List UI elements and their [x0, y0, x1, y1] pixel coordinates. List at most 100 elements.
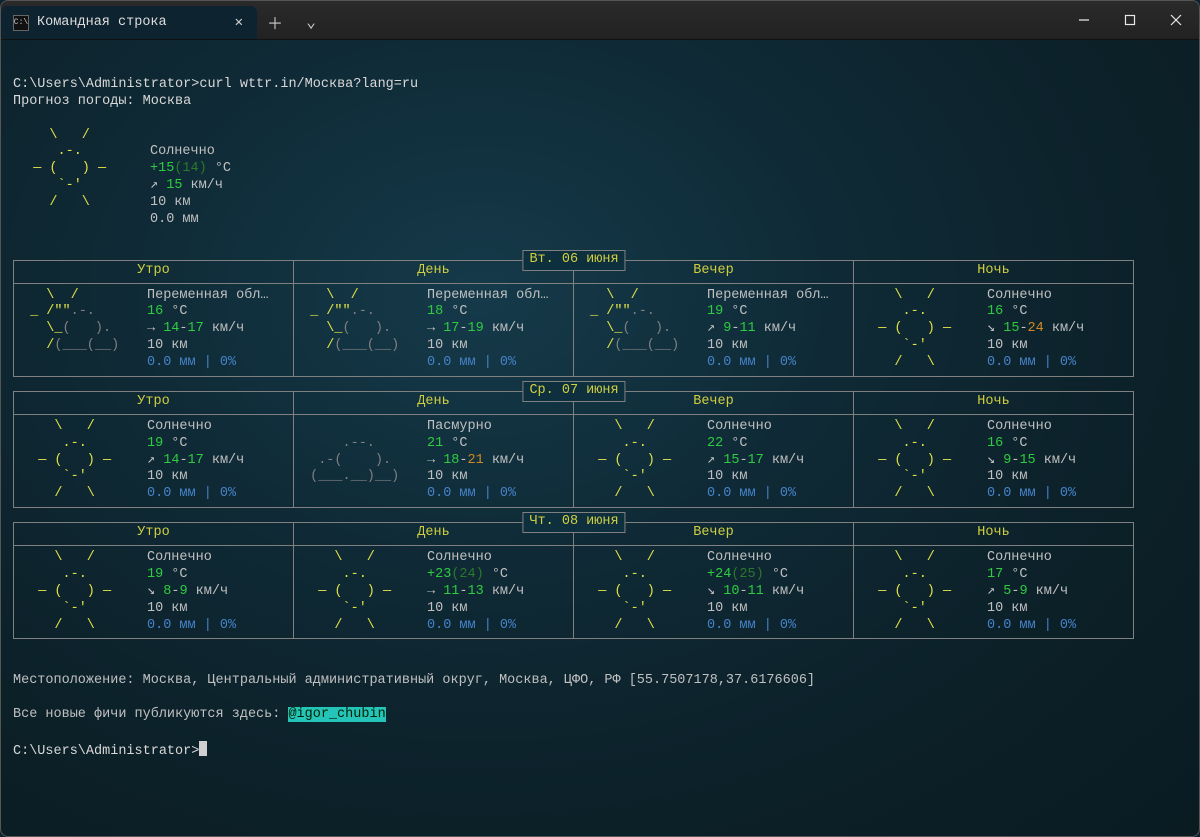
- temp-unit: °C: [764, 567, 788, 582]
- prompt-2: C:\Users\Administrator>: [13, 744, 199, 759]
- forecast-header: Прогноз погоды: Москва: [13, 94, 191, 109]
- weather-icon: \ / .-. ― ( ) ― `-' / \: [862, 550, 977, 634]
- weather-icon: .--. .-( ). (___.__)__): [302, 419, 417, 503]
- condition: Переменная обл…: [707, 288, 829, 303]
- temp-unit: °C: [443, 436, 467, 451]
- weather-icon: \ / .-. ― ( ) ― `-' / \: [22, 419, 137, 503]
- titlebar: C:\ Командная строка ✕ ＋ ⌄: [1, 1, 1199, 40]
- cmd-icon: C:\: [13, 15, 29, 31]
- date-label: Чт. 08 июня: [522, 512, 625, 533]
- wind-arrow: ↗: [150, 178, 158, 193]
- precip: 0.0 мм | 0%: [707, 486, 796, 501]
- visibility: 10 км: [147, 601, 188, 616]
- current-temp: +15: [150, 161, 174, 176]
- author-handle[interactable]: @igor_chubin: [288, 707, 385, 722]
- date-label: Ср. 07 июня: [522, 381, 625, 402]
- terminal-body[interactable]: C:\Users\Administrator>curl wttr.in/Моск…: [1, 40, 1199, 771]
- visibility: 10 км: [707, 601, 748, 616]
- temp-unit: °C: [1003, 436, 1027, 451]
- visibility: 10 км: [147, 469, 188, 484]
- cursor: [199, 741, 207, 756]
- temp: +23: [427, 567, 451, 582]
- precip: 0.0 мм | 0%: [987, 355, 1076, 370]
- temp-unit: °C: [163, 436, 187, 451]
- day-table: Чт. 08 июняУтроДеньВечерНочь \ / .-. ― (…: [13, 522, 1135, 639]
- new-tab-button[interactable]: ＋: [257, 5, 293, 39]
- weather-icon: \ / _ /"".-. \_( ). /(___(__): [582, 288, 697, 372]
- visibility: 10 км: [707, 469, 748, 484]
- wind-unit: км/ч: [484, 453, 525, 468]
- condition: Солнечно: [147, 550, 212, 565]
- weather-icon: \ / .-. ― ( ) ― `-' / \: [582, 550, 697, 634]
- condition: Солнечно: [707, 550, 772, 565]
- tab-dropdown-icon[interactable]: ⌄: [293, 5, 329, 39]
- close-button[interactable]: [1153, 1, 1199, 39]
- period-night: Ночь: [854, 260, 1134, 283]
- wind-unit: км/ч: [1044, 321, 1085, 336]
- visibility: 10 км: [427, 469, 468, 484]
- temp-unit: °C: [723, 436, 747, 451]
- temp: 21: [427, 436, 443, 451]
- condition: Солнечно: [987, 288, 1052, 303]
- wind-unit: км/ч: [1028, 584, 1069, 599]
- terminal-window: C:\ Командная строка ✕ ＋ ⌄ C:\Users\Admi…: [0, 0, 1200, 837]
- maximize-button[interactable]: [1107, 1, 1153, 39]
- tab-close-icon[interactable]: ✕: [235, 14, 243, 31]
- news-prefix: Все новые фичи публикуются здесь:: [13, 707, 288, 722]
- precip: 0.0 мм | 0%: [147, 618, 236, 633]
- tab-active[interactable]: C:\ Командная строка ✕: [1, 6, 257, 39]
- period-morning: Утро: [14, 523, 294, 546]
- visibility: 10 км: [987, 469, 1028, 484]
- precip: 0.0 мм: [150, 212, 199, 227]
- forecast-cell: \ / _ /"".-. \_( ). /(___(__) Переменная…: [294, 284, 573, 376]
- wind-unit: км/ч: [756, 321, 797, 336]
- wind-unit: км/ч: [484, 584, 525, 599]
- temp-unit: °C: [207, 161, 231, 176]
- condition: Солнечно: [707, 419, 772, 434]
- forecast-cell: \ / .-. ― ( ) ― `-' / \Солнечно 22 °C ↗ …: [574, 415, 853, 507]
- temp-unit: °C: [484, 567, 508, 582]
- temp: 16: [987, 436, 1003, 451]
- wind-arrow: ↘: [707, 584, 723, 599]
- sun-icon: \ / .-. ― ( ) ― `-' / \: [17, 128, 132, 229]
- temp-unit: °C: [443, 304, 467, 319]
- temp-unit: °C: [1003, 567, 1027, 582]
- period-night: Ночь: [854, 523, 1134, 546]
- condition: Солнечно: [427, 550, 492, 565]
- current-block: \ / .-. ― ( ) ― `-' / \ Солнечно +15(14)…: [13, 128, 1187, 229]
- wind-arrow: ↘: [987, 321, 1003, 336]
- forecast-cell: .--. .-( ). (___.__)__) Пасмурно 21 °C →…: [294, 415, 573, 507]
- precip: 0.0 мм | 0%: [427, 618, 516, 633]
- wind-unit: км/ч: [188, 584, 229, 599]
- forecast-cell: \ / .-. ― ( ) ― `-' / \Солнечно +23(24) …: [294, 546, 573, 638]
- day-table: Ср. 07 июняУтроДеньВечерНочь \ / .-. ― (…: [13, 391, 1135, 508]
- condition: Пасмурно: [427, 419, 492, 434]
- temp-unit: °C: [163, 567, 187, 582]
- temp: 19: [147, 436, 163, 451]
- prompt-1: C:\Users\Administrator>: [13, 77, 199, 92]
- period-morning: Утро: [14, 260, 294, 283]
- condition: Солнечно: [987, 550, 1052, 565]
- day-table: Вт. 06 июняУтроДеньВечерНочь \ / _ /"".-…: [13, 260, 1135, 377]
- wind-arrow: ↗: [987, 584, 1003, 599]
- minimize-button[interactable]: [1061, 1, 1107, 39]
- condition: Переменная обл…: [147, 288, 269, 303]
- location-line: Местоположение: Москва, Центральный адми…: [13, 673, 815, 688]
- visibility: 10 км: [427, 601, 468, 616]
- temp: 18: [427, 304, 443, 319]
- temp-unit: °C: [723, 304, 747, 319]
- temp: 17: [987, 567, 1003, 582]
- period-morning: Утро: [14, 391, 294, 414]
- precip: 0.0 мм | 0%: [707, 618, 796, 633]
- temp: 16: [987, 304, 1003, 319]
- wind-arrow: ↘: [147, 584, 163, 599]
- condition: Переменная обл…: [427, 288, 549, 303]
- condition: Солнечно: [147, 419, 212, 434]
- temp: 19: [707, 304, 723, 319]
- precip: 0.0 мм | 0%: [427, 486, 516, 501]
- tab-title: Командная строка: [37, 15, 167, 30]
- forecast-cell: \ / .-. ― ( ) ― `-' / \Солнечно 16 °C ↘ …: [854, 415, 1133, 507]
- weather-icon: \ / .-. ― ( ) ― `-' / \: [582, 419, 697, 503]
- wind-arrow: ↗: [707, 321, 723, 336]
- weather-icon: \ / _ /"".-. \_( ). /(___(__): [302, 288, 417, 372]
